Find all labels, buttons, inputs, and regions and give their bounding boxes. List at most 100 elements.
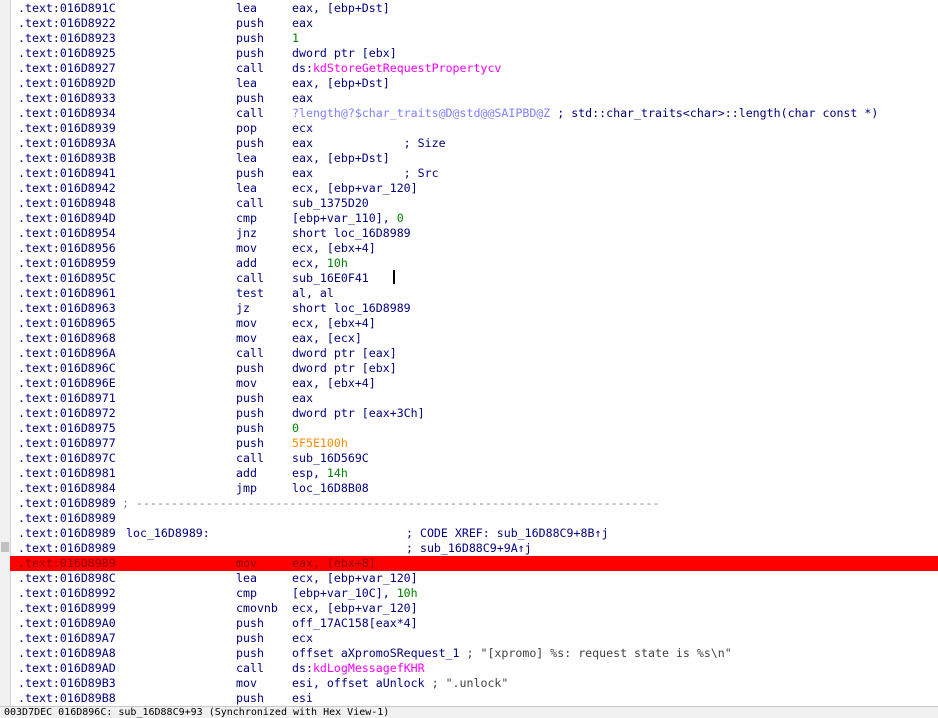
listing-line[interactable]: .text:016D89B8 push esi [10,691,938,706]
listing-line[interactable]: .text:016D8989 ; ------------------------… [10,496,938,511]
listing-line[interactable]: .text:016D897C call sub_16D569C [10,451,938,466]
address: .text:016D892D [18,76,116,90]
address: .text:016D896E [18,376,116,390]
operand-text: dword ptr [eax] [292,346,397,360]
operand-extra: 10h [326,256,348,270]
mnemonic: push [236,436,264,450]
listing-line[interactable]: .text:016D8992 cmp [ebp+var_10C], 10h [10,586,938,601]
listing-line[interactable]: .text:016D8984 jmp loc_16D8B08 [10,481,938,496]
listing-line[interactable]: .text:016D8972 push dword ptr [eax+3Ch] [10,406,938,421]
listing-line[interactable]: .text:016D8989 ; sub_16D88C9+9A↑j [10,541,938,556]
operands: dword ptr [eax] [292,346,397,361]
listing-line[interactable]: .text:016D8989 [10,511,938,526]
operands: eax ; Src [292,166,439,181]
operands: 5F5E100h [292,436,348,451]
listing-line[interactable]: .text:016D8959 add ecx, 10h [10,256,938,271]
address: .text:016D8941 [18,166,116,180]
listing-line[interactable]: .text:016D896C push dword ptr [ebx] [10,361,938,376]
listing-line[interactable]: .text:016D8971 push eax [10,391,938,406]
listing-line[interactable]: .text:016D8963 jz short loc_16D8989 [10,301,938,316]
current-instruction-line[interactable]: .text:016D8989 mov eax, [ebx+8] [10,556,938,571]
listing-line[interactable]: .text:016D89A7 push ecx [10,631,938,646]
listing-line[interactable]: .text:016D898C lea ecx, [ebp+var_120] [10,571,938,586]
listing-line[interactable]: .text:016D8977 push 5F5E100h [10,436,938,451]
operands: eax, [ebx+8] [292,556,376,571]
mnemonic: lea [236,181,257,195]
listing-line[interactable]: .text:016D8948 call sub_1375D20 [10,196,938,211]
listing-line[interactable]: .text:016D8989 loc_16D8989: ; CODE XREF: s… [10,526,938,541]
listing-line[interactable]: .text:016D894D cmp [ebp+var_110], 0 [10,211,938,226]
listing-line[interactable]: .text:016D8961 test al, al [10,286,938,301]
listing-line[interactable]: .text:016D8999 cmovnb ecx, [ebp+var_120] [10,601,938,616]
operands: eax, [ebx+4] [292,376,376,391]
text-caret [393,270,395,284]
operand-text: eax, [ebp+Dst] [292,151,390,165]
listing-line[interactable]: .text:016D89A8 push offset aXpromoSRequest… [10,646,938,661]
listing-line[interactable]: .text:016D8941 push eax ; Src [10,166,938,181]
operands: 1 [292,31,299,46]
listing-line[interactable]: .text:016D893A push eax ; Size [10,136,938,151]
address: .text:016D8989 [18,541,116,555]
listing-line[interactable]: .text:016D892D lea eax, [ebp+Dst] [10,76,938,91]
mnemonic: push [236,91,264,105]
operands: ecx, [ebp+var_120] [292,181,418,196]
operand-extra: kdStoreGetRequestPropertycv [312,61,502,75]
listing-line[interactable]: .text:016D8925 push dword ptr [ebx] [10,46,938,61]
mnemonic: push [236,421,264,435]
mnemonic: call [236,196,264,210]
mnemonic: call [236,106,264,120]
operand-text: eax ; Size [292,136,446,150]
listing-line[interactable]: .text:016D8968 mov eax, [ecx] [10,331,938,346]
operands: [ebp+var_110], 0 [292,211,404,226]
listing-line[interactable]: .text:016D8942 lea ecx, [ebp+var_120] [10,181,938,196]
listing-line[interactable]: .text:016D89AD call ds:kdLogMessagefKHR [10,661,938,676]
operand-extra: 14h [326,466,348,480]
mnemonic: mov [236,676,257,690]
address: .text:016D898C [18,571,116,585]
operands: ecx, 10h [292,256,348,271]
operand-text: short loc_16D8989 [292,226,411,240]
operand-text: dword ptr [eax+3Ch] [292,406,425,420]
operand-text: al, al [292,286,334,300]
listing-line[interactable]: .text:016D895C call sub_16E0F41 [10,271,938,286]
address: .text:016D891C [18,1,116,15]
operand-text: eax [292,16,313,30]
listing-line[interactable]: .text:016D8923 push 1 [10,31,938,46]
operand-text: 5F5E100h [292,436,348,450]
address: .text:016D8975 [18,421,116,435]
xref-comment: ; sub_16D88C9+9A↑j [406,541,532,555]
address: .text:016D8927 [18,61,116,75]
listing-line[interactable]: .text:016D891C lea eax, [ebp+Dst] [10,1,938,16]
listing-line[interactable]: .text:016D8954 jnz short loc_16D8989 [10,226,938,241]
gutter-breakpoint-mark[interactable] [1,542,9,552]
listing-line[interactable]: .text:016D896A call dword ptr [eax] [10,346,938,361]
listing-line[interactable]: .text:016D896E mov eax, [ebx+4] [10,376,938,391]
disassembly-listing[interactable]: .text:016D891C lea eax, [ebp+Dst] .text:016… [10,0,938,706]
address: .text:016D8959 [18,256,116,270]
listing-line[interactable]: .text:016D89B3 mov esi, offset aUnlock ; "… [10,676,938,691]
mnemonic: push [236,361,264,375]
xref-comment: ; CODE XREF: sub_16D88C9+8B↑j [406,526,609,540]
listing-line[interactable]: .text:016D8939 pop ecx [10,121,938,136]
address: .text:016D8989 [18,496,116,510]
listing-line[interactable]: .text:016D8933 push eax [10,91,938,106]
listing-line[interactable]: .text:016D8965 mov ecx, [ebx+4] [10,316,938,331]
listing-line[interactable]: .text:016D8956 mov ecx, [ebx+4] [10,241,938,256]
operand-text: ecx, [ebp+var_120] [292,181,418,195]
listing-line[interactable]: .text:016D8975 push 0 [10,421,938,436]
operands: ecx, [ebp+var_120] [292,601,418,616]
listing-line[interactable]: .text:016D8922 push eax [10,16,938,31]
listing-line[interactable]: .text:016D893B lea eax, [ebp+Dst] [10,151,938,166]
mnemonic: lea [236,151,257,165]
mnemonic: lea [236,76,257,90]
address: .text:016D8954 [18,226,116,240]
address: .text:016D8989 [18,556,116,570]
mnemonic: cmp [236,211,257,225]
operands: eax [292,16,313,31]
listing-line[interactable]: .text:016D8934 call ?length@?$char_traits@… [10,106,938,121]
listing-line[interactable]: .text:016D89A0 push off_17AC158[eax*4] [10,616,938,631]
listing-line[interactable]: .text:016D8981 add esp, 14h [10,466,938,481]
address: .text:016D8922 [18,16,116,30]
operand-text: short loc_16D8989 [292,301,411,315]
listing-line[interactable]: .text:016D8927 call ds:kdStoreGetRequestPr… [10,61,938,76]
